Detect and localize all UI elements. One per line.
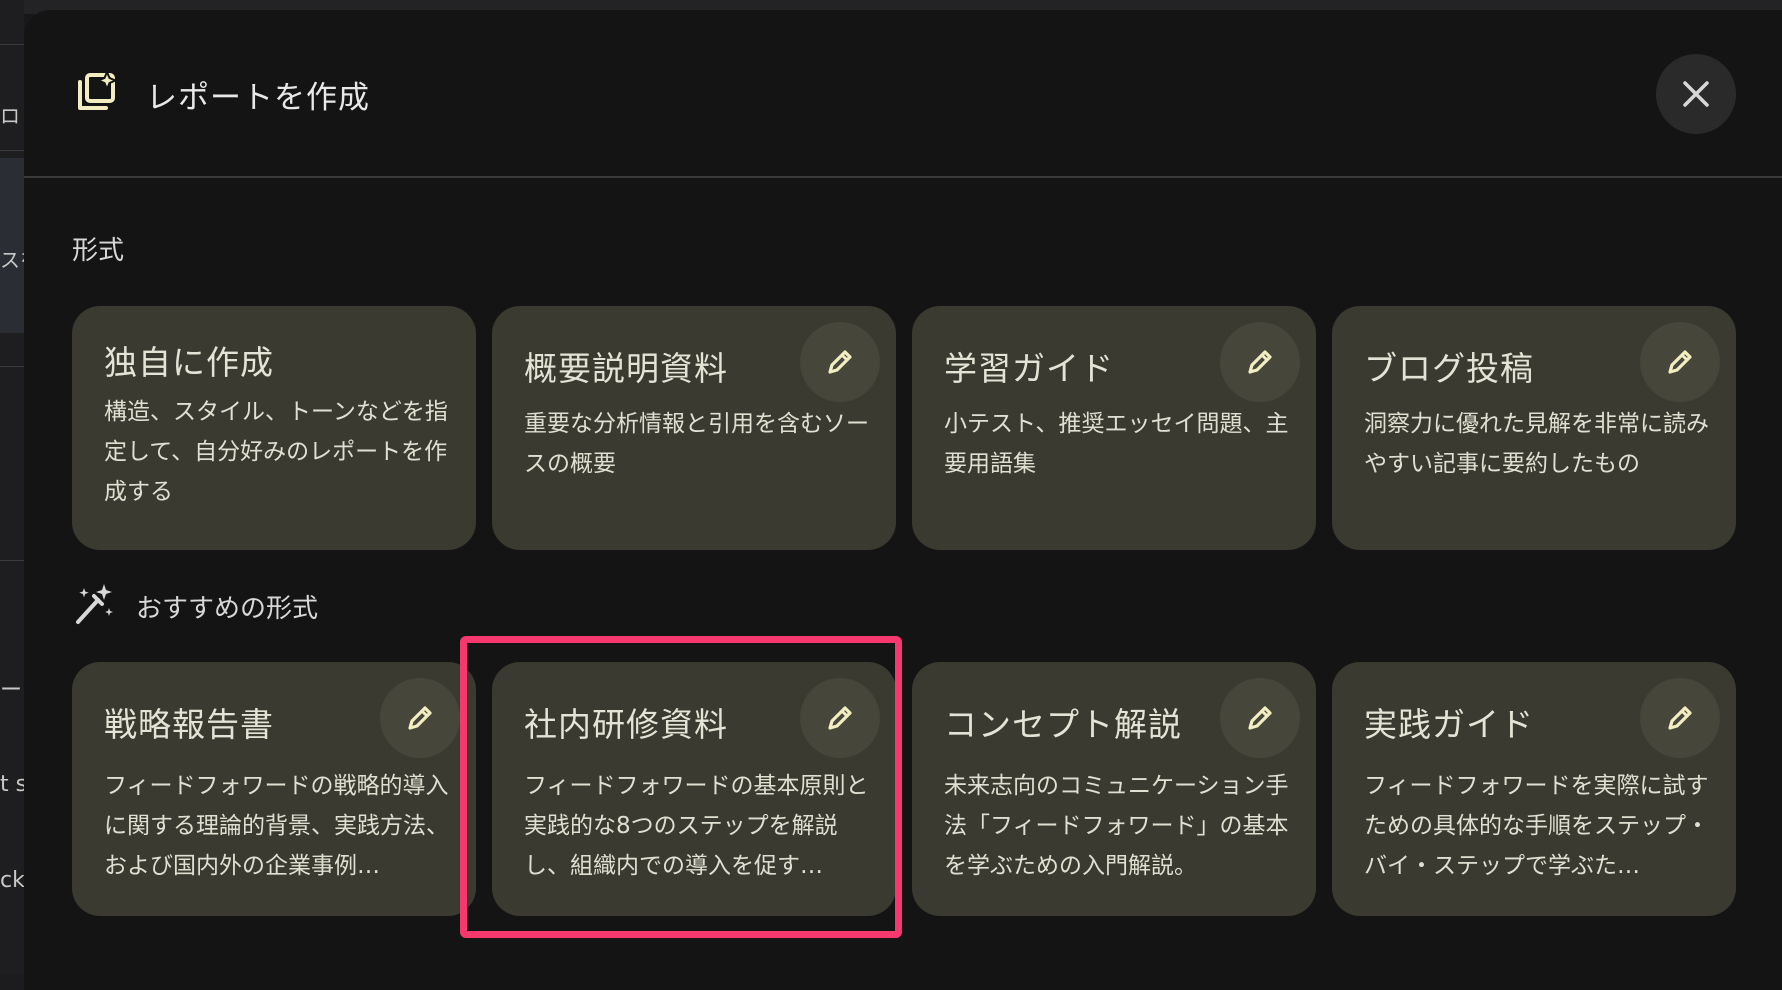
background-text: ロ	[0, 104, 20, 128]
recommended-card-practical-guide[interactable]: 実践ガイド フィードフォワードを実際に試すための具体的な手順をステップ・バイ・ス…	[1332, 662, 1736, 916]
edit-button[interactable]	[1640, 678, 1720, 758]
card-description: 小テスト、推奨エッセイ問題、主要用語集	[944, 411, 1289, 477]
magic-wand-icon	[76, 584, 113, 624]
background-text: t s	[0, 772, 24, 797]
close-button[interactable]	[1656, 54, 1736, 134]
format-card-custom[interactable]: 独自に作成 構造、スタイル、トーンなどを指定して、自分好みのレポートを作成する	[72, 306, 476, 550]
divider	[0, 366, 24, 367]
edit-button[interactable]	[1220, 678, 1300, 758]
background-text: ート	[0, 678, 24, 703]
format-section-label: 形式	[72, 236, 125, 266]
recommended-card-training-material[interactable]: 社内研修資料 フィードフォワードの基本原則と実践的な8つのステップを解説し、組織…	[492, 662, 896, 916]
card-title: 概要説明資料	[524, 349, 728, 388]
recommended-card-concept-explainer[interactable]: コンセプト解説 未来志向のコミュニケーション手法「フィードフォワード」の基本を学…	[912, 662, 1316, 916]
card-title: ブログ投稿	[1364, 349, 1534, 388]
recommended-section-label: おすすめの形式	[136, 594, 319, 624]
card-description: フィードフォワードを実際に試すための具体的な手順をステップ・バイ・ステップで学ぶ…	[1364, 773, 1709, 879]
card-title: 社内研修資料	[524, 705, 728, 744]
divider	[0, 560, 24, 561]
pencil-icon	[1248, 350, 1272, 374]
report-sparkle-icon	[78, 70, 119, 110]
card-title: 実践ガイド	[1364, 705, 1534, 744]
card-description: フィードフォワードの戦略的導入に関する理論的背景、実践方法、および国内外の企業事…	[104, 773, 449, 879]
divider	[0, 44, 24, 45]
card-description: フィードフォワードの基本原則と実践的な8つのステップを解説し、組織内での導入を促…	[524, 773, 869, 879]
card-title: 学習ガイド	[944, 349, 1114, 388]
recommended-card-strategy-report[interactable]: 戦略報告書 フィードフォワードの戦略的導入に関する理論的背景、実践方法、および国…	[72, 662, 476, 916]
pencil-icon	[828, 350, 852, 374]
pencil-icon	[1668, 706, 1692, 730]
card-title: 独自に作成	[104, 343, 274, 382]
card-title: コンセプト解説	[944, 705, 1182, 744]
close-icon	[1683, 81, 1709, 107]
pencil-icon	[1668, 350, 1692, 374]
background-text: ck	[0, 868, 24, 893]
card-description: 重要な分析情報と引用を含むソースの概要	[524, 411, 869, 477]
pencil-icon	[828, 706, 852, 730]
card-description: 洞察力に優れた見解を非常に読みやすい記事に要約したもの	[1364, 411, 1709, 477]
pencil-icon	[408, 706, 432, 730]
card-title: 戦略報告書	[104, 705, 274, 744]
create-report-dialog: レポートを作成 形式 独自に作成 構造、スタイル、トーンなどを指定して、自分好み…	[24, 10, 1782, 990]
pencil-icon	[1248, 706, 1272, 730]
format-card-study-guide[interactable]: 学習ガイド 小テスト、推奨エッセイ問題、主要用語集	[912, 306, 1316, 550]
dialog-title: レポートを作成	[146, 80, 370, 116]
dialog-header: レポートを作成	[24, 10, 1782, 178]
card-description: 構造、スタイル、トーンなどを指定して、自分好みのレポートを作成する	[104, 399, 448, 505]
format-card-briefing[interactable]: 概要説明資料 重要な分析情報と引用を含むソースの概要	[492, 306, 896, 550]
background-left-panel: ロ スを ート t s ck	[0, 0, 24, 974]
divider	[0, 150, 24, 151]
edit-button[interactable]	[800, 322, 880, 402]
card-description: 未来志向のコミュニケーション手法「フィードフォワード」の基本を学ぶための入門解説…	[944, 773, 1289, 879]
format-card-blog-post[interactable]: ブログ投稿 洞察力に優れた見解を非常に読みやすい記事に要約したもの	[1332, 306, 1736, 550]
background-text: スを	[0, 248, 24, 272]
edit-button[interactable]	[1640, 322, 1720, 402]
edit-button[interactable]	[800, 678, 880, 758]
edit-button[interactable]	[1220, 322, 1300, 402]
edit-button[interactable]	[380, 678, 460, 758]
